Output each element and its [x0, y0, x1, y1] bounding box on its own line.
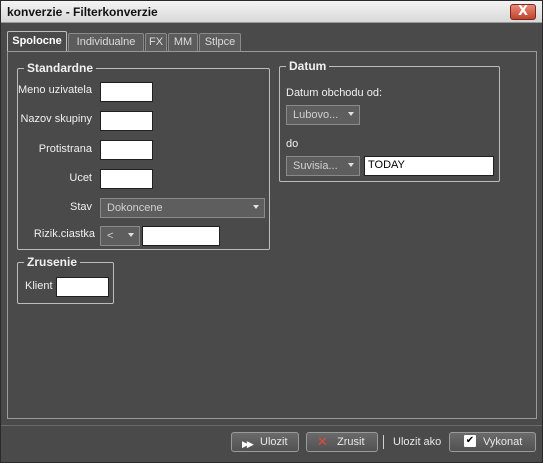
nazov-label: Nazov skupiny	[20, 113, 92, 125]
ulozit-label: Ulozit	[260, 436, 288, 448]
chevron-down-icon	[253, 205, 259, 209]
chevron-down-icon	[128, 233, 134, 237]
rizik-input[interactable]	[142, 226, 220, 246]
cross-icon: ✕	[317, 435, 328, 450]
ucet-input[interactable]	[100, 169, 153, 189]
standardne-title: Standardne	[24, 61, 97, 75]
meno-label: Meno uzivatela	[18, 84, 92, 96]
play-icon: ▶▶	[242, 440, 254, 450]
rizik-operator-value: <	[107, 230, 114, 242]
zrusenie-group: Zrusenie Klient	[17, 255, 114, 304]
close-button[interactable]: X	[510, 4, 536, 20]
check-icon: ✔	[464, 435, 476, 447]
zrusenie-title: Zrusenie	[24, 255, 81, 269]
protistrana-label: Protistrana	[38, 143, 92, 155]
tab-spolocne[interactable]: Spolocne	[7, 31, 67, 51]
ucet-label: Ucet	[69, 172, 92, 184]
tab-individualne[interactable]: Individualne	[68, 33, 144, 51]
datum-od-value: Lubovo...	[293, 109, 339, 121]
vykonat-label: Vykonat	[483, 436, 523, 448]
rizik-operator-select[interactable]: <	[100, 226, 140, 246]
meno-input[interactable]	[100, 82, 153, 102]
klient-label: Klient	[25, 280, 53, 292]
chevron-down-icon	[348, 112, 354, 116]
zrusit-label: Zrusit	[337, 436, 365, 448]
ulozit-ako-link[interactable]: Ulozit ako	[393, 436, 441, 448]
stav-value: Dokoncene	[107, 202, 163, 214]
datum-group: Datum Datum obchodu od: Lubovo... do Suv…	[279, 59, 500, 182]
zrusit-button[interactable]: ✕ Zrusit	[306, 432, 378, 452]
datum-od-label: Datum obchodu od:	[286, 87, 383, 99]
datum-do-select[interactable]: Suvisia...	[286, 156, 360, 176]
ulozit-button[interactable]: ▶▶ Ulozit	[231, 432, 299, 452]
tab-mm[interactable]: MM	[168, 33, 198, 51]
footer-divider	[383, 435, 384, 449]
tab-stlpce[interactable]: Stlpce	[199, 33, 241, 51]
datum-od-select[interactable]: Lubovo...	[286, 105, 360, 125]
protistrana-input[interactable]	[100, 140, 153, 160]
close-icon: X	[517, 4, 529, 19]
window-title: konverzie - Filterkonverzie	[7, 5, 158, 19]
datum-title: Datum	[286, 59, 330, 73]
klient-input[interactable]	[56, 277, 109, 297]
tab-panel: Standardne Meno uzivatela Nazov skupiny …	[7, 51, 537, 419]
vykonat-button[interactable]: ✔ Vykonat	[449, 432, 536, 452]
filter-window: konverzie - Filterkonverzie X Spolocne I…	[0, 0, 543, 463]
nazov-input[interactable]	[100, 111, 153, 131]
stav-label: Stav	[69, 201, 92, 213]
footer-bar: ▶▶ Ulozit ✕ Zrusit Ulozit ako ✔ Vykonat	[1, 425, 542, 462]
standardne-group: Standardne Meno uzivatela Nazov skupiny …	[17, 61, 270, 250]
datum-do-input[interactable]: TODAY	[364, 156, 494, 176]
title-bar[interactable]: konverzie - Filterkonverzie X	[1, 1, 542, 23]
stav-select[interactable]: Dokoncene	[100, 198, 265, 218]
chevron-down-icon	[348, 163, 354, 167]
tab-fx[interactable]: FX	[145, 33, 167, 51]
datum-do-label: do	[286, 138, 299, 150]
datum-do-value: Suvisia...	[293, 160, 338, 172]
rizik-label: Rizik.ciastka	[33, 228, 95, 240]
